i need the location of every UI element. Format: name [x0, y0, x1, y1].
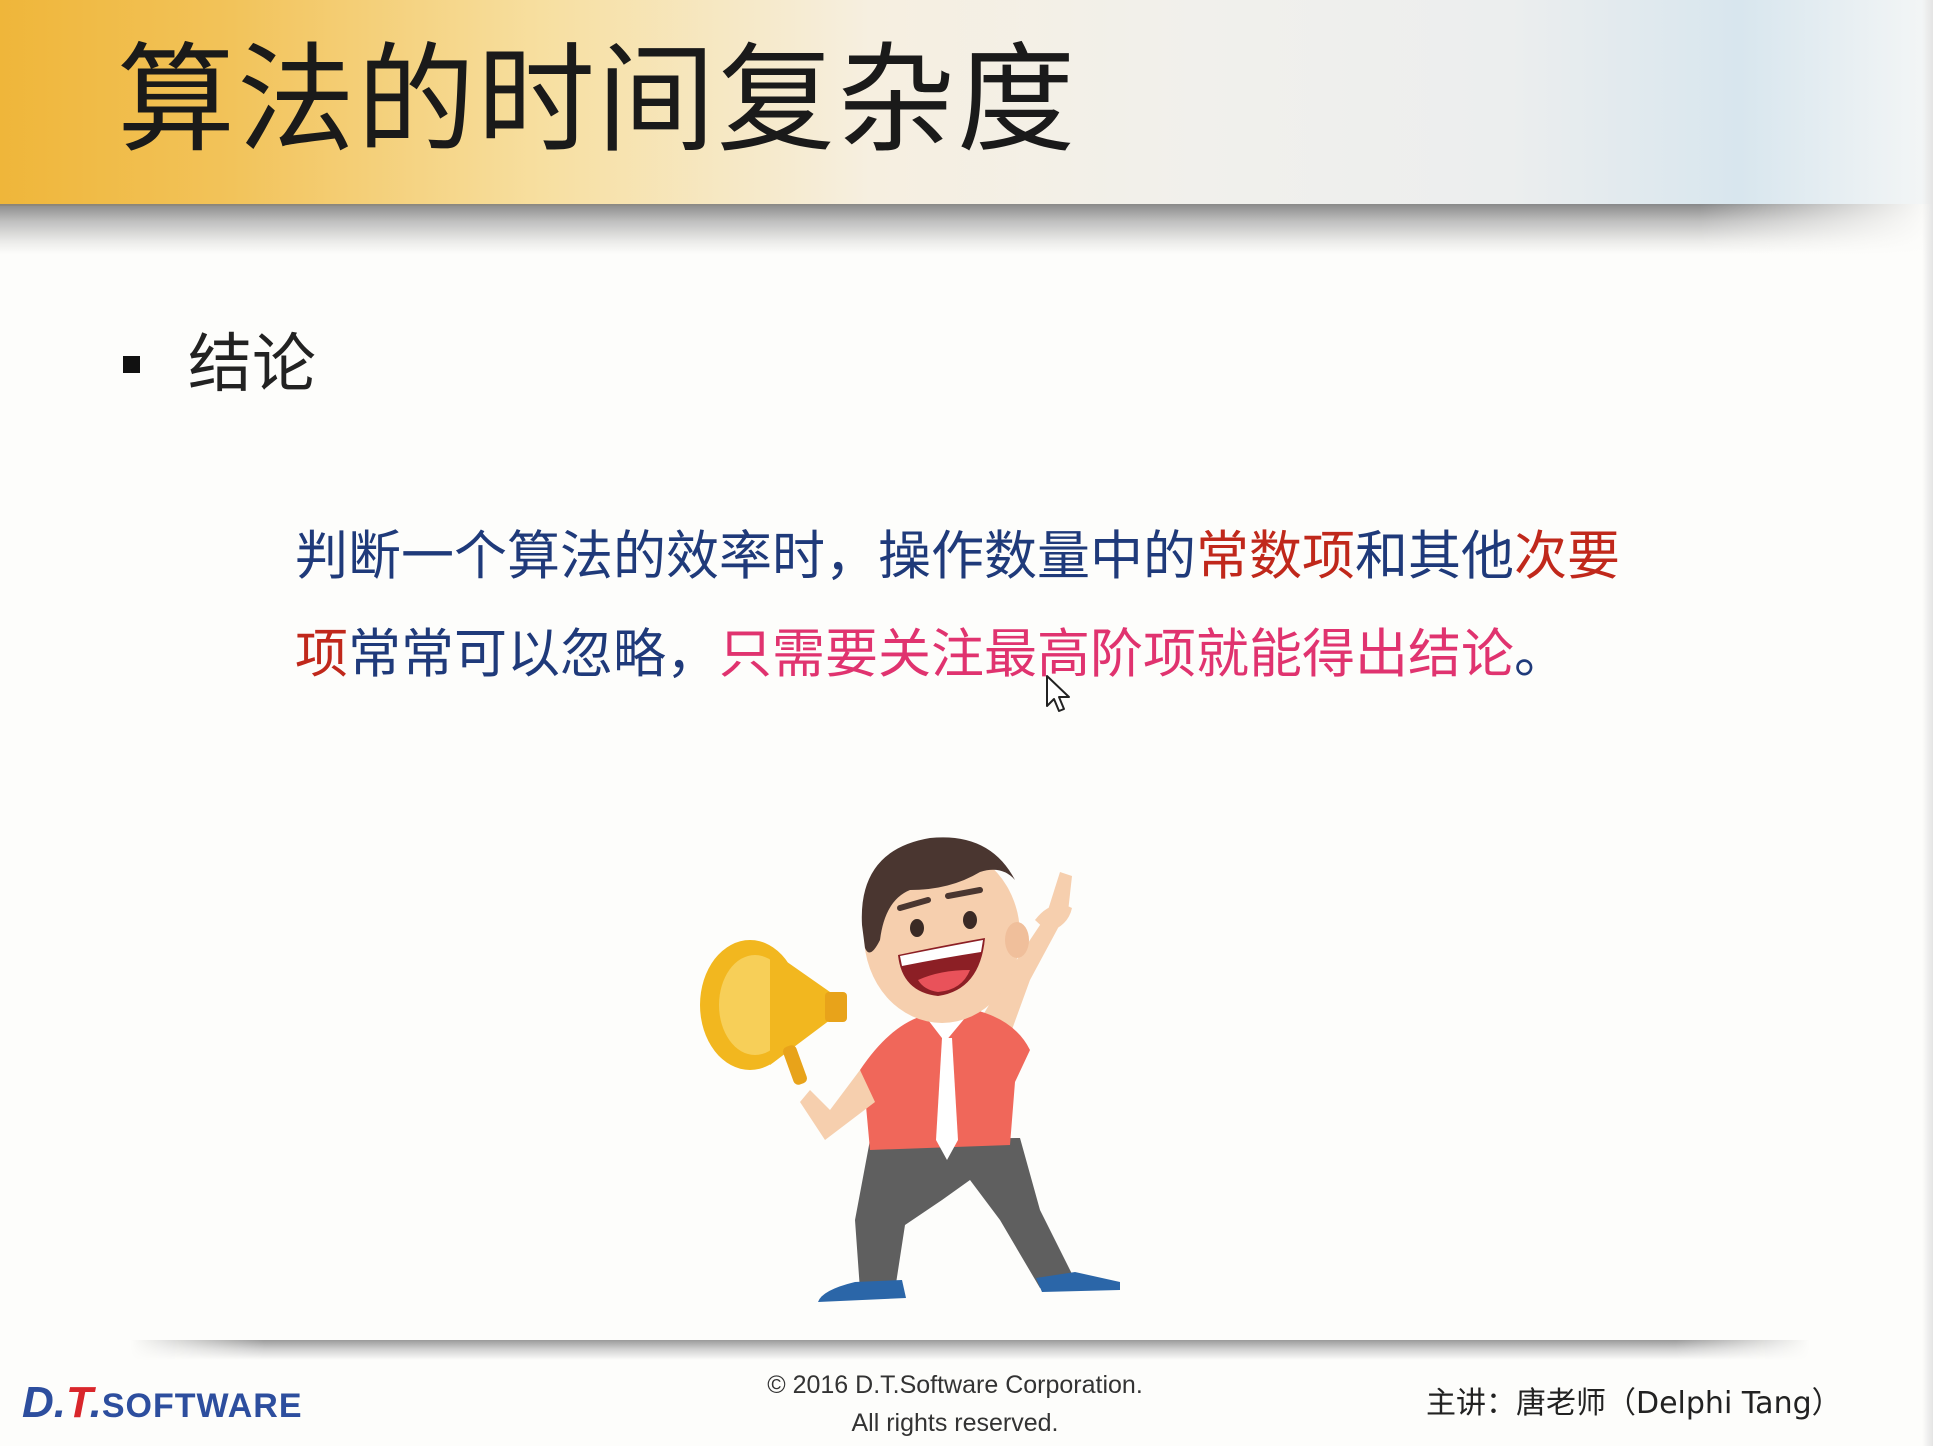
conclusion-line-2: 项常常可以忽略，只需要关注最高阶项就能得出结论。 [295, 620, 1567, 690]
logo-d-text: D. [22, 1378, 66, 1427]
presenter-credit: 主讲：唐老师（Delphi Tang） [1426, 1386, 1842, 1421]
conclusion-text-red: 常数项 [1196, 526, 1355, 587]
logo-t-text: T [66, 1378, 90, 1427]
bullet-marker [123, 356, 140, 373]
conclusion-text-red: 项 [295, 624, 348, 685]
header-shadow-fade [1700, 204, 1933, 254]
logo-software-text: SOFTWARE [101, 1387, 303, 1425]
conclusion-text-navy: 。 [1514, 624, 1567, 685]
slide-title: 算法的时间复杂度 [117, 31, 1078, 169]
conclusion-text-navy: 和其他 [1355, 526, 1514, 587]
conclusion-line-1: 判断一个算法的效率时，操作数量中的常数项和其他次要 [295, 522, 1620, 592]
conclusion-text-pink: 只需要关注最高阶项就能得出结论 [719, 624, 1514, 685]
right-edge-shade [1922, 0, 1933, 1446]
dt-software-logo: D.T.SOFTWARE [22, 1378, 303, 1428]
mouse-cursor-icon [1046, 675, 1070, 712]
logo-dot-text: . [89, 1378, 102, 1427]
copyright-line-1: © 2016 D.T.Software Corporation. [767, 1371, 1143, 1399]
bullet-heading: 结论 [188, 328, 316, 402]
conclusion-text-navy: 常常可以忽略， [348, 624, 719, 685]
conclusion-text-navy: 判断一个算法的效率时，操作数量中的 [295, 526, 1196, 587]
copyright-line-2: All rights reserved. [851, 1409, 1059, 1437]
conclusion-text-red: 次要 [1514, 526, 1620, 587]
header-shadow [0, 204, 1933, 254]
megaphone-man-illustration [700, 837, 1120, 1302]
slide: 算法的时间复杂度 结论 判断一个算法的效率时，操作数量中的常数项和其他次要 项常… [0, 0, 1933, 1446]
footer-divider [130, 1340, 1810, 1360]
copyright-notice: © 2016 D.T.Software Corporation. All rig… [755, 1366, 1155, 1442]
